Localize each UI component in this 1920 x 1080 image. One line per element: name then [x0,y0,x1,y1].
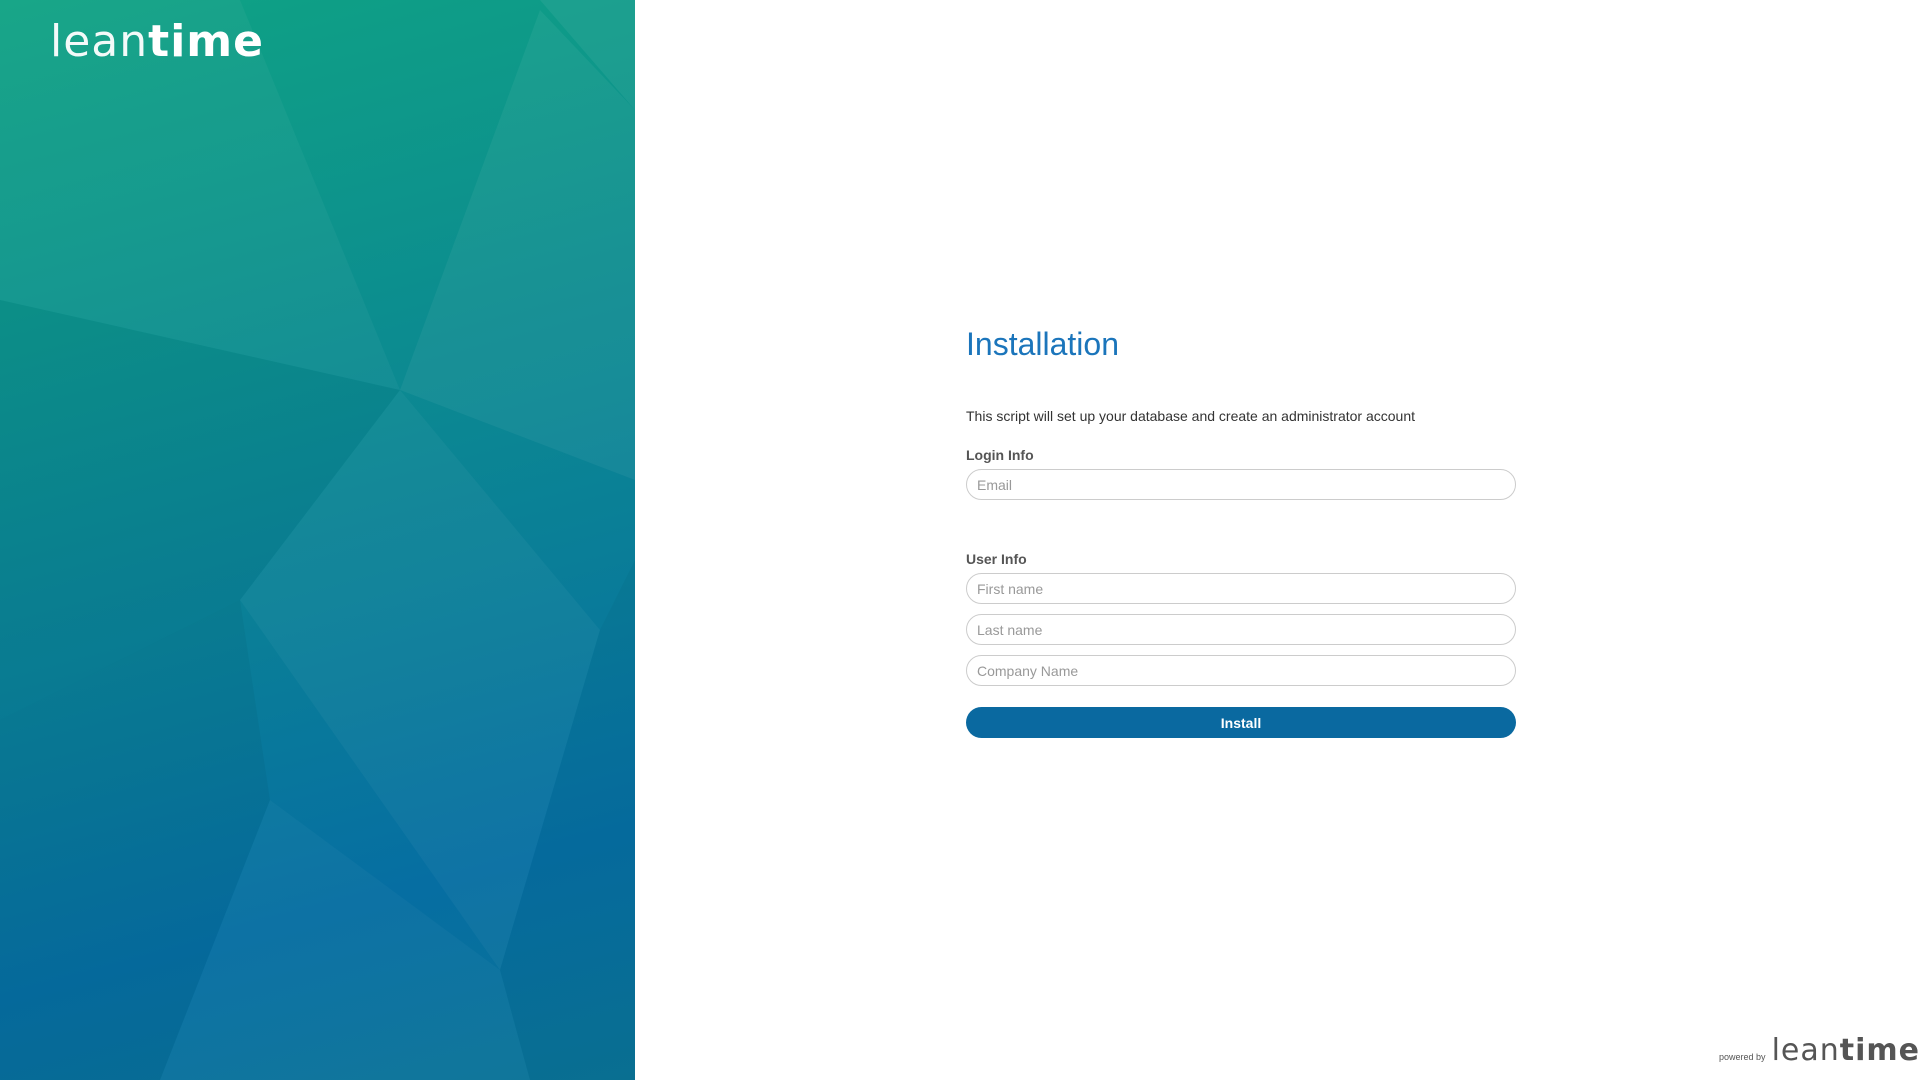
login-info-label: Login Info [966,447,1034,463]
page-title: Installation [966,326,1119,362]
powered-by-text: powered by [1719,1052,1766,1062]
background-pattern [0,0,635,1080]
install-page: leantime Installation This script will s… [0,0,1920,1080]
email-field[interactable] [966,469,1516,500]
powered-by-footer: powered by leantime [1719,1036,1920,1066]
install-form: Installation This script will set up you… [966,320,1516,738]
logo-bold-part: time [148,16,264,67]
company-name-field[interactable] [966,655,1516,686]
logo-light-part: lean [50,16,149,67]
last-name-field[interactable] [966,614,1516,645]
footer-logo: leantime [1772,1036,1920,1066]
user-info-label: User Info [966,551,1027,567]
first-name-field[interactable] [966,573,1516,604]
install-button[interactable]: Install [966,707,1516,738]
intro-text: This script will set up your database an… [966,408,1416,424]
footer-logo-bold: time [1839,1033,1920,1068]
brand-panel: leantime [0,0,635,1080]
footer-logo-light: lean [1771,1033,1840,1068]
leantime-logo: leantime [50,20,264,64]
